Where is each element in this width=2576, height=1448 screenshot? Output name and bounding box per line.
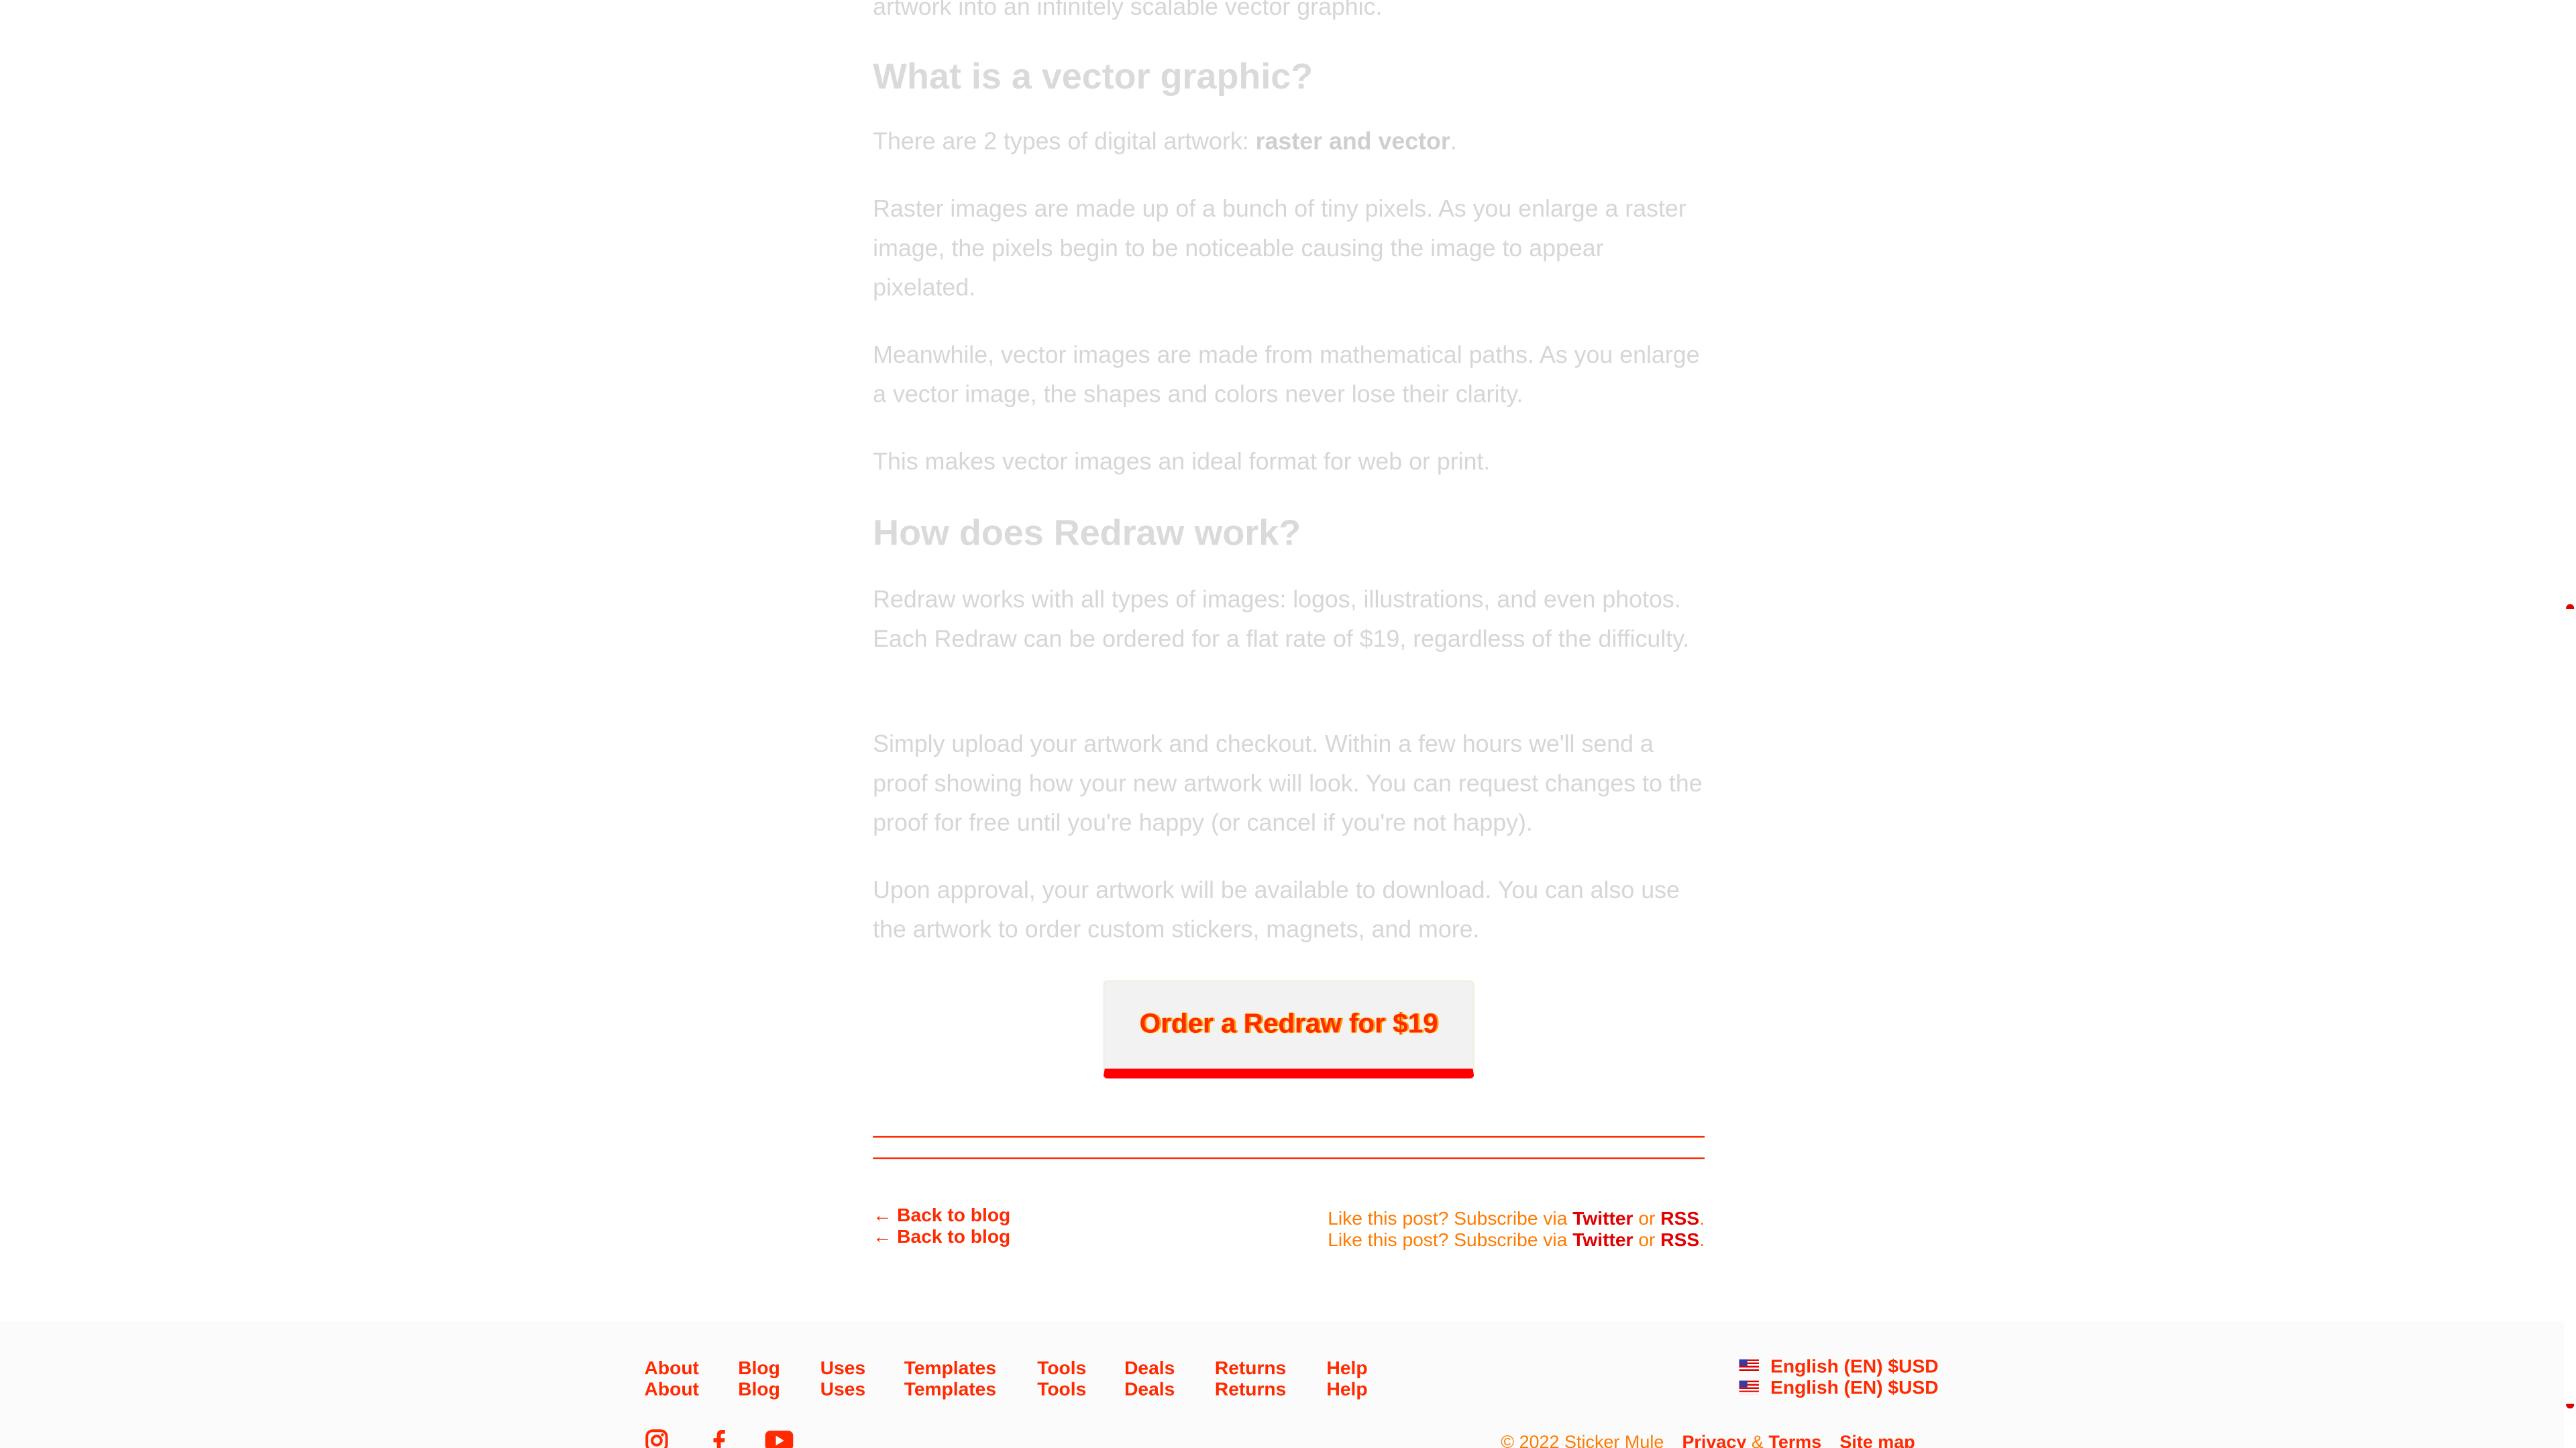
back-to-blog-link[interactable]: ← Back to blog ← Back to blog <box>873 1207 1010 1249</box>
page: artwork into an infinitely scalable vect… <box>0 0 2576 1448</box>
footer-link-label: Tools <box>1037 1359 1087 1380</box>
footer-link-label: About <box>644 1359 699 1380</box>
language-row-echo: English (EN) $USD <box>1739 1379 1939 1400</box>
footer-link-label-echo: Deals <box>1124 1380 1175 1400</box>
footer-link-label: Uses <box>820 1359 866 1380</box>
footer-link-help[interactable]: Help Help <box>1326 1359 1367 1402</box>
subscribe-or: or <box>1633 1210 1661 1230</box>
footer-link-label-echo: Blog <box>738 1380 780 1400</box>
types-suffix: . <box>1450 129 1457 156</box>
paragraph-raster: Raster images are made up of a bunch of … <box>873 197 1686 302</box>
footer-link-label-echo: Templates <box>904 1380 997 1400</box>
subscribe-row: Like this post? Subscribe via Twitter or… <box>1328 1210 1705 1231</box>
footer-link-label-echo: Returns <box>1214 1380 1287 1400</box>
youtube-icon[interactable] <box>764 1429 794 1448</box>
subscribe-or-echo: or <box>1633 1231 1661 1251</box>
paragraph-vector: Meanwhile, vector images are made from m… <box>873 343 1700 409</box>
subscribe-period: . <box>1699 1210 1705 1230</box>
footer-link-label: Templates <box>904 1359 997 1380</box>
footer-link-label-echo: Uses <box>820 1380 866 1400</box>
twitter-link-echo[interactable]: Twitter <box>1572 1231 1633 1251</box>
instagram-icon[interactable] <box>645 1429 669 1448</box>
subscribe-prefix-echo: Like this post? Subscribe via <box>1328 1231 1573 1251</box>
subscribe-period-echo: . <box>1699 1231 1705 1251</box>
heading-how-redraw: How does Redraw work? <box>873 512 1301 553</box>
footer-link-templates[interactable]: Templates Templates <box>904 1359 996 1402</box>
twitter-link[interactable]: Twitter <box>1572 1210 1633 1229</box>
sitemap-link[interactable]: Site map <box>1839 1433 1915 1448</box>
rss-link[interactable]: RSS <box>1660 1210 1699 1229</box>
heading-vector-graphic: What is a vector graphic? <box>873 56 1313 97</box>
footer-link-label: Help <box>1326 1359 1368 1380</box>
footer-link-returns[interactable]: Returns Returns <box>1215 1359 1286 1402</box>
subscribe-line: Like this post? Subscribe via Twitter or… <box>1328 1210 1705 1253</box>
footer-link-label: Blog <box>738 1359 780 1380</box>
footer-link-label: Deals <box>1124 1359 1175 1380</box>
footer-legal: © 2022 Sticker Mule Privacy & Terms Site… <box>1501 1433 1915 1448</box>
footer-link-deals[interactable]: Deals Deals <box>1124 1359 1175 1402</box>
footer-link-label-echo: Tools <box>1037 1380 1087 1400</box>
intro-text: artwork into an infinitely scalable vect… <box>873 0 1383 21</box>
divider-top <box>873 1135 1705 1138</box>
back-to-blog-label-echo: ← Back to blog <box>873 1227 1011 1248</box>
paragraph-types: There are 2 types of digital artwork: ra… <box>873 125 1706 164</box>
footer-link-label-echo: Help <box>1326 1380 1368 1400</box>
rss-link-echo[interactable]: RSS <box>1660 1231 1699 1251</box>
language-selector[interactable]: English (EN) $USD English (EN) $USD <box>1739 1357 1939 1400</box>
types-prefix: There are 2 types of digital artwork: <box>873 129 1256 156</box>
paragraph-ideal: This makes vector images an ideal format… <box>873 449 1491 476</box>
subscribe-row-echo: Like this post? Subscribe via Twitter or… <box>1328 1231 1705 1253</box>
footer-link-tools[interactable]: Tools Tools <box>1037 1359 1086 1402</box>
paragraph-upload: Simply upload your artwork and checkout.… <box>873 732 1703 837</box>
paragraph-redraw-works: Redraw works with all types of images: l… <box>873 588 1690 653</box>
language-row: English (EN) $USD <box>1739 1357 1939 1379</box>
us-flag-icon <box>1739 1380 1759 1394</box>
language-label: English (EN) $USD <box>1770 1357 1939 1378</box>
footer-link-about[interactable]: About About <box>645 1359 699 1402</box>
language-label-echo: English (EN) $USD <box>1770 1379 1939 1399</box>
terms-link[interactable]: Terms <box>1768 1433 1821 1448</box>
footer-link-label-echo: About <box>644 1380 699 1400</box>
footer-link-label: Returns <box>1214 1359 1287 1380</box>
footer-link-uses[interactable]: Uses Uses <box>820 1359 865 1402</box>
order-redraw-label: Order a Redraw for $19 <box>1139 1009 1438 1040</box>
privacy-link[interactable]: Privacy <box>1682 1433 1746 1448</box>
facebook-icon[interactable] <box>710 1429 727 1448</box>
legal-amp: & <box>1746 1433 1769 1448</box>
back-to-blog-label: ← Back to blog <box>873 1207 1011 1227</box>
us-flag-icon <box>1739 1359 1759 1373</box>
copyright-text: © 2022 Sticker Mule <box>1501 1433 1664 1448</box>
types-strong: raster and vector <box>1255 129 1450 156</box>
divider-bottom <box>873 1157 1705 1160</box>
paragraph-approval: Upon approval, your artwork will be avai… <box>873 878 1680 944</box>
subscribe-prefix: Like this post? Subscribe via <box>1328 1210 1573 1230</box>
scrollbar-thumb[interactable] <box>2566 604 2575 1409</box>
footer-link-blog[interactable]: Blog Blog <box>738 1359 780 1402</box>
order-redraw-button[interactable]: Order a Redraw for $19 <box>1103 980 1475 1079</box>
